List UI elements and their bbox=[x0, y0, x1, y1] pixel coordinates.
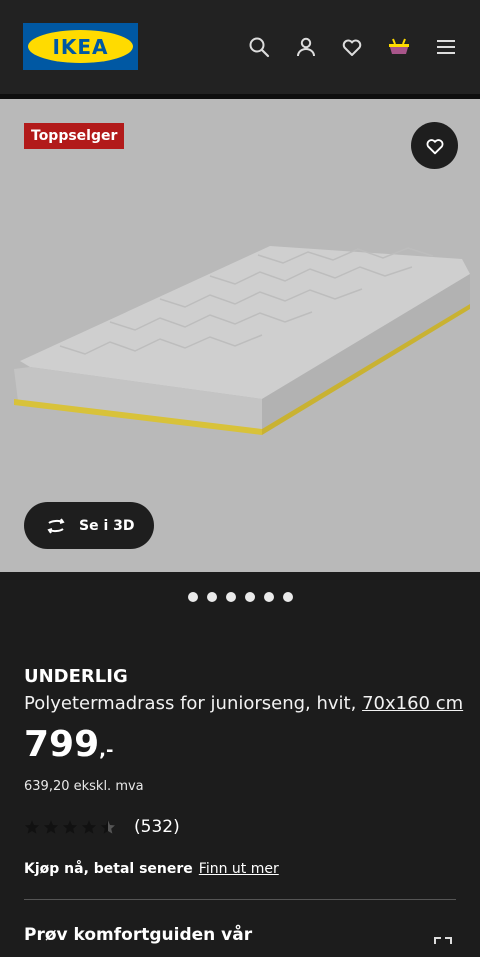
wishlist-heart-icon[interactable] bbox=[340, 35, 364, 59]
star-icon bbox=[44, 820, 58, 834]
financing-text: Kjøp nå, betal senere bbox=[24, 861, 193, 877]
view-in-3d-button[interactable]: Se i 3D bbox=[24, 502, 154, 549]
product-price: 799,- bbox=[24, 724, 113, 765]
search-icon[interactable] bbox=[247, 35, 271, 59]
image-carousel-dots bbox=[0, 592, 480, 604]
comfort-guide-title[interactable]: Prøv komfortguiden vår bbox=[24, 925, 252, 945]
carousel-dot[interactable] bbox=[263, 592, 274, 602]
carousel-dot[interactable] bbox=[206, 592, 217, 602]
product-description: Polyetermadrass for juniorseng, hvit, 70… bbox=[24, 693, 463, 714]
financing-info: Kjøp nå, betal senere Finn ut mer bbox=[24, 861, 279, 877]
account-icon[interactable] bbox=[294, 35, 318, 59]
carousel-dot[interactable] bbox=[225, 592, 236, 602]
site-header: IKEA bbox=[0, 0, 480, 94]
carousel-dot[interactable] bbox=[187, 592, 198, 602]
review-count[interactable]: (532) bbox=[134, 817, 180, 837]
price-value: 799 bbox=[24, 724, 100, 765]
heart-icon bbox=[426, 138, 443, 154]
financing-link[interactable]: Finn ut mer bbox=[199, 861, 279, 877]
price-suffix: ,- bbox=[99, 740, 114, 761]
rotate-3d-icon bbox=[47, 517, 65, 534]
menu-icon[interactable] bbox=[434, 35, 458, 59]
expand-icon[interactable] bbox=[432, 935, 454, 957]
logo-oval: IKEA bbox=[28, 30, 133, 63]
product-name: UNDERLIG bbox=[24, 666, 128, 687]
star-icon bbox=[25, 820, 39, 834]
add-to-favorites-button[interactable] bbox=[411, 122, 458, 169]
price-ex-vat: 639,20 ekskl. mva bbox=[24, 779, 144, 794]
view-in-3d-label: Se i 3D bbox=[79, 517, 135, 534]
logo-text: IKEA bbox=[52, 34, 109, 59]
product-description-text: Polyetermadrass for juniorseng, hvit, bbox=[24, 693, 357, 714]
half-star-icon bbox=[101, 820, 115, 834]
top-seller-badge: Toppselger bbox=[24, 123, 125, 149]
section-divider bbox=[24, 899, 456, 900]
carousel-dot[interactable] bbox=[282, 592, 293, 602]
size-link[interactable]: 70x160 cm bbox=[362, 693, 463, 714]
cart-icon[interactable] bbox=[387, 35, 411, 59]
rating-stars[interactable] bbox=[24, 819, 116, 835]
star-icon bbox=[63, 820, 77, 834]
star-icon bbox=[82, 820, 96, 834]
carousel-dot[interactable] bbox=[244, 592, 255, 602]
ikea-logo[interactable]: IKEA bbox=[23, 23, 138, 70]
